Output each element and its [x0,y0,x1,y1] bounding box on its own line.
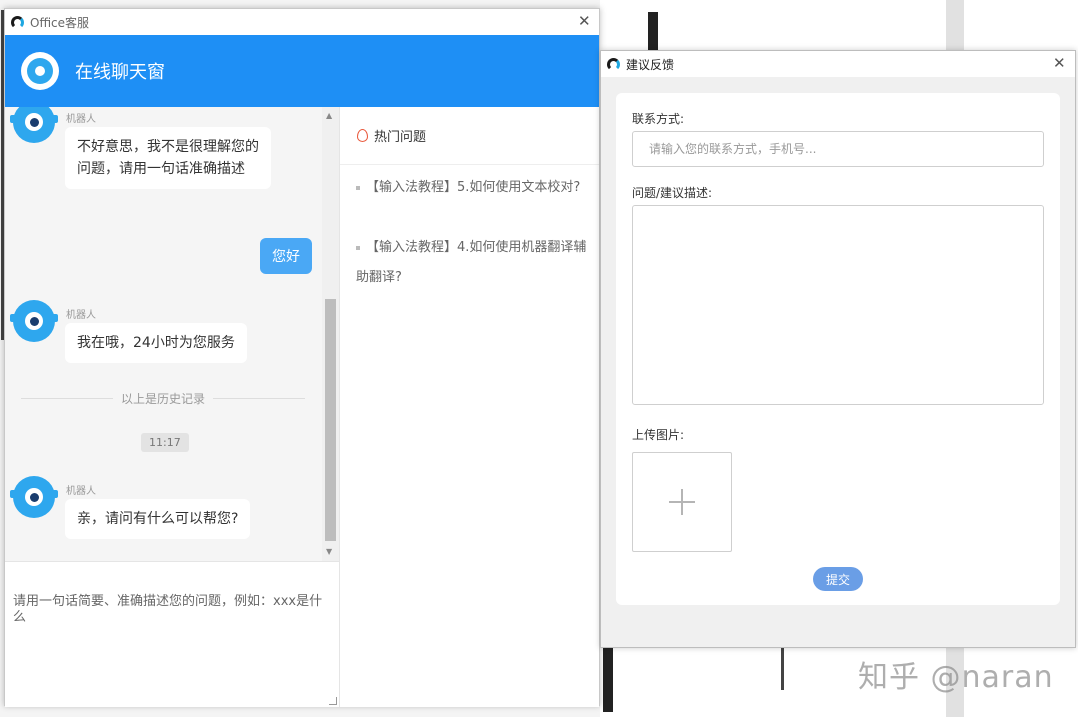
vertical-script-text [603,648,613,712]
chat-header-title: 在线聊天窗 [75,62,165,83]
contact-input[interactable]: 请输入您的联系方式，手机号... [632,131,1044,167]
hot-question-item[interactable]: 【输入法教程】5.如何使用文本校对? [356,173,596,203]
message-sender: 机器人 [66,310,96,321]
message-sender: 机器人 [66,486,96,497]
bot-avatar-icon [21,52,59,90]
vertical-script-text [648,12,658,50]
bot-avatar-icon [10,300,58,342]
timestamp-badge: 11:17 [141,433,189,452]
vertical-script-text [781,648,784,690]
close-icon[interactable]: ✕ [578,14,591,29]
bot-message-bubble: 我在哦，24小时为您服务 [65,323,247,363]
chat-window-titlebar: Office客服 [5,9,599,35]
user-message-bubble: 您好 [260,238,312,274]
app-logo-icon [11,15,24,29]
description-label: 问题/建议描述: [632,186,713,200]
bullet-icon [356,245,360,250]
chat-input[interactable]: 请用一句话简要、准确描述您的问题，例如：xxx是什么 [5,561,339,707]
bot-avatar-icon [10,476,58,518]
bot-avatar-icon [10,107,58,143]
scrollbar-thumb[interactable] [325,299,336,541]
scroll-down-icon[interactable]: ▼ [326,547,332,556]
chat-input-placeholder: 请用一句话简要、准确描述您的问题，例如：xxx是什么 [13,594,323,625]
chat-header: 在线聊天窗 [5,35,599,107]
upload-label: 上传图片: [632,428,685,442]
chat-window-title: Office客服 [30,15,90,30]
feedback-dialog: 建议反馈 ✕ 联系方式: 请输入您的联系方式，手机号... 问题/建议描述: 上… [600,50,1076,648]
contact-label: 联系方式: [632,112,685,126]
resize-grip-icon[interactable] [329,697,337,705]
plus-icon [669,489,695,515]
hot-question-text: 【输入法教程】4.如何使用机器翻译辅助翻译? [356,240,587,285]
feedback-titlebar: 建议反馈 [601,51,1075,77]
hot-questions-panel: 热门问题 【输入法教程】5.如何使用文本校对? 【输入法教程】4.如何使用机器翻… [339,107,599,707]
upload-image-button[interactable] [632,452,732,552]
bot-message-bubble: 不好意思，我不是很理解您的问题，请用一句话准确描述 [65,127,271,189]
submit-button[interactable]: 提交 [813,567,863,591]
history-divider-text: 以上是历史记录 [121,392,206,406]
chat-window: Office客服 ✕ 在线聊天窗 机器人 不好意思，我不是很理解您的问题，请用一… [4,8,600,707]
close-icon[interactable]: ✕ [1053,56,1066,71]
message-sender: 机器人 [66,114,96,125]
hot-question-text: 【输入法教程】5.如何使用文本校对? [366,180,581,195]
bot-message-bubble: 亲，请问有什么可以帮您? [65,499,251,539]
bullet-icon [356,185,360,190]
fire-icon [357,129,368,142]
hot-questions-title: 热门问题 [374,130,427,145]
hot-questions-header: 热门问题 [340,107,599,165]
feedback-title: 建议反馈 [626,57,675,72]
scroll-up-icon[interactable]: ▲ [326,111,332,120]
chat-message-list[interactable]: 机器人 不好意思，我不是很理解您的问题，请用一句话准确描述 您好 机器人 我在哦… [5,107,339,561]
app-logo-icon [607,57,620,71]
hot-question-item[interactable]: 【输入法教程】4.如何使用机器翻译辅助翻译? [356,233,596,293]
watermark: 知乎 @naran [858,660,1054,695]
feedback-form: 联系方式: 请输入您的联系方式，手机号... 问题/建议描述: 上传图片: 提交 [616,93,1060,605]
description-textarea[interactable] [632,205,1044,405]
history-divider: 以上是历史记录 [21,390,306,407]
chat-scrollbar[interactable]: ▲ ▼ [322,107,339,561]
